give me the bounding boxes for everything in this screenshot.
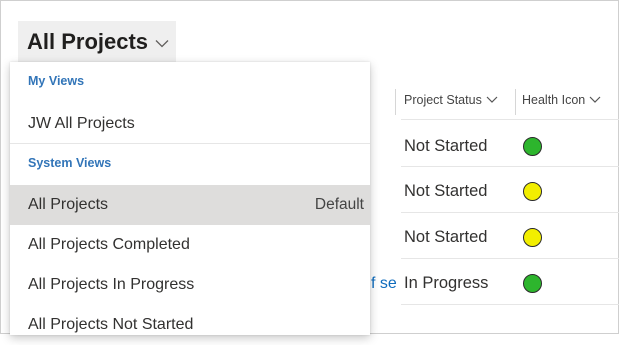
chevron-down-icon bbox=[155, 39, 169, 48]
menu-item-all-projects[interactable]: All Projects Default bbox=[10, 185, 370, 225]
column-header-project-status[interactable]: Project Status bbox=[404, 81, 498, 119]
menu-item-all-projects-in-progress[interactable]: All Projects In Progress bbox=[10, 265, 370, 305]
menu-item-label: JW All Projects bbox=[28, 115, 135, 132]
menu-item-label: All Projects Not Started bbox=[28, 316, 194, 333]
column-header-label: Project Status bbox=[404, 93, 482, 107]
health-indicator-icon bbox=[523, 182, 542, 201]
app-frame: Project Status Health Icon Not Started N… bbox=[0, 0, 619, 335]
status-cell: Not Started bbox=[404, 182, 488, 200]
row-divider bbox=[401, 212, 619, 213]
chevron-down-icon[interactable] bbox=[486, 96, 498, 104]
projects-grid: Project Status Health Icon Not Started N… bbox=[371, 81, 619, 335]
column-header-label: Health Icon bbox=[522, 93, 586, 107]
menu-item-label: All Projects Completed bbox=[28, 236, 190, 253]
menu-item-label: All Projects bbox=[28, 196, 109, 213]
health-indicator-icon bbox=[523, 274, 542, 293]
column-divider bbox=[395, 89, 396, 115]
chevron-down-icon[interactable] bbox=[589, 96, 601, 104]
page-title: All Projects bbox=[27, 29, 149, 54]
row-divider bbox=[401, 304, 619, 305]
status-cell: Not Started bbox=[404, 228, 488, 246]
menu-item-all-projects-not-started[interactable]: All Projects Not Started bbox=[10, 305, 370, 345]
menu-item-label: All Projects In Progress bbox=[28, 276, 195, 293]
menu-divider bbox=[10, 143, 370, 144]
row-divider bbox=[401, 258, 619, 259]
menu-item-all-projects-completed[interactable]: All Projects Completed bbox=[10, 225, 370, 265]
row-divider bbox=[401, 119, 619, 120]
group-label-system-views: System Views bbox=[28, 156, 112, 170]
status-cell: In Progress bbox=[404, 274, 489, 292]
default-badge: Default bbox=[314, 196, 364, 213]
row-divider bbox=[401, 166, 619, 167]
column-divider bbox=[515, 89, 516, 115]
project-name-link[interactable]: f se bbox=[371, 275, 402, 293]
view-dropdown-menu: My Views JW All Projects System Views Al… bbox=[10, 62, 370, 335]
view-selector-button[interactable]: All Projects bbox=[18, 21, 176, 63]
health-indicator-icon bbox=[523, 228, 542, 247]
group-label-my-views: My Views bbox=[28, 74, 85, 88]
column-header-health-icon[interactable]: Health Icon bbox=[522, 81, 601, 119]
status-cell: Not Started bbox=[404, 137, 488, 155]
menu-item-jw-all-projects[interactable]: JW All Projects bbox=[10, 104, 370, 144]
health-indicator-icon bbox=[523, 137, 542, 156]
